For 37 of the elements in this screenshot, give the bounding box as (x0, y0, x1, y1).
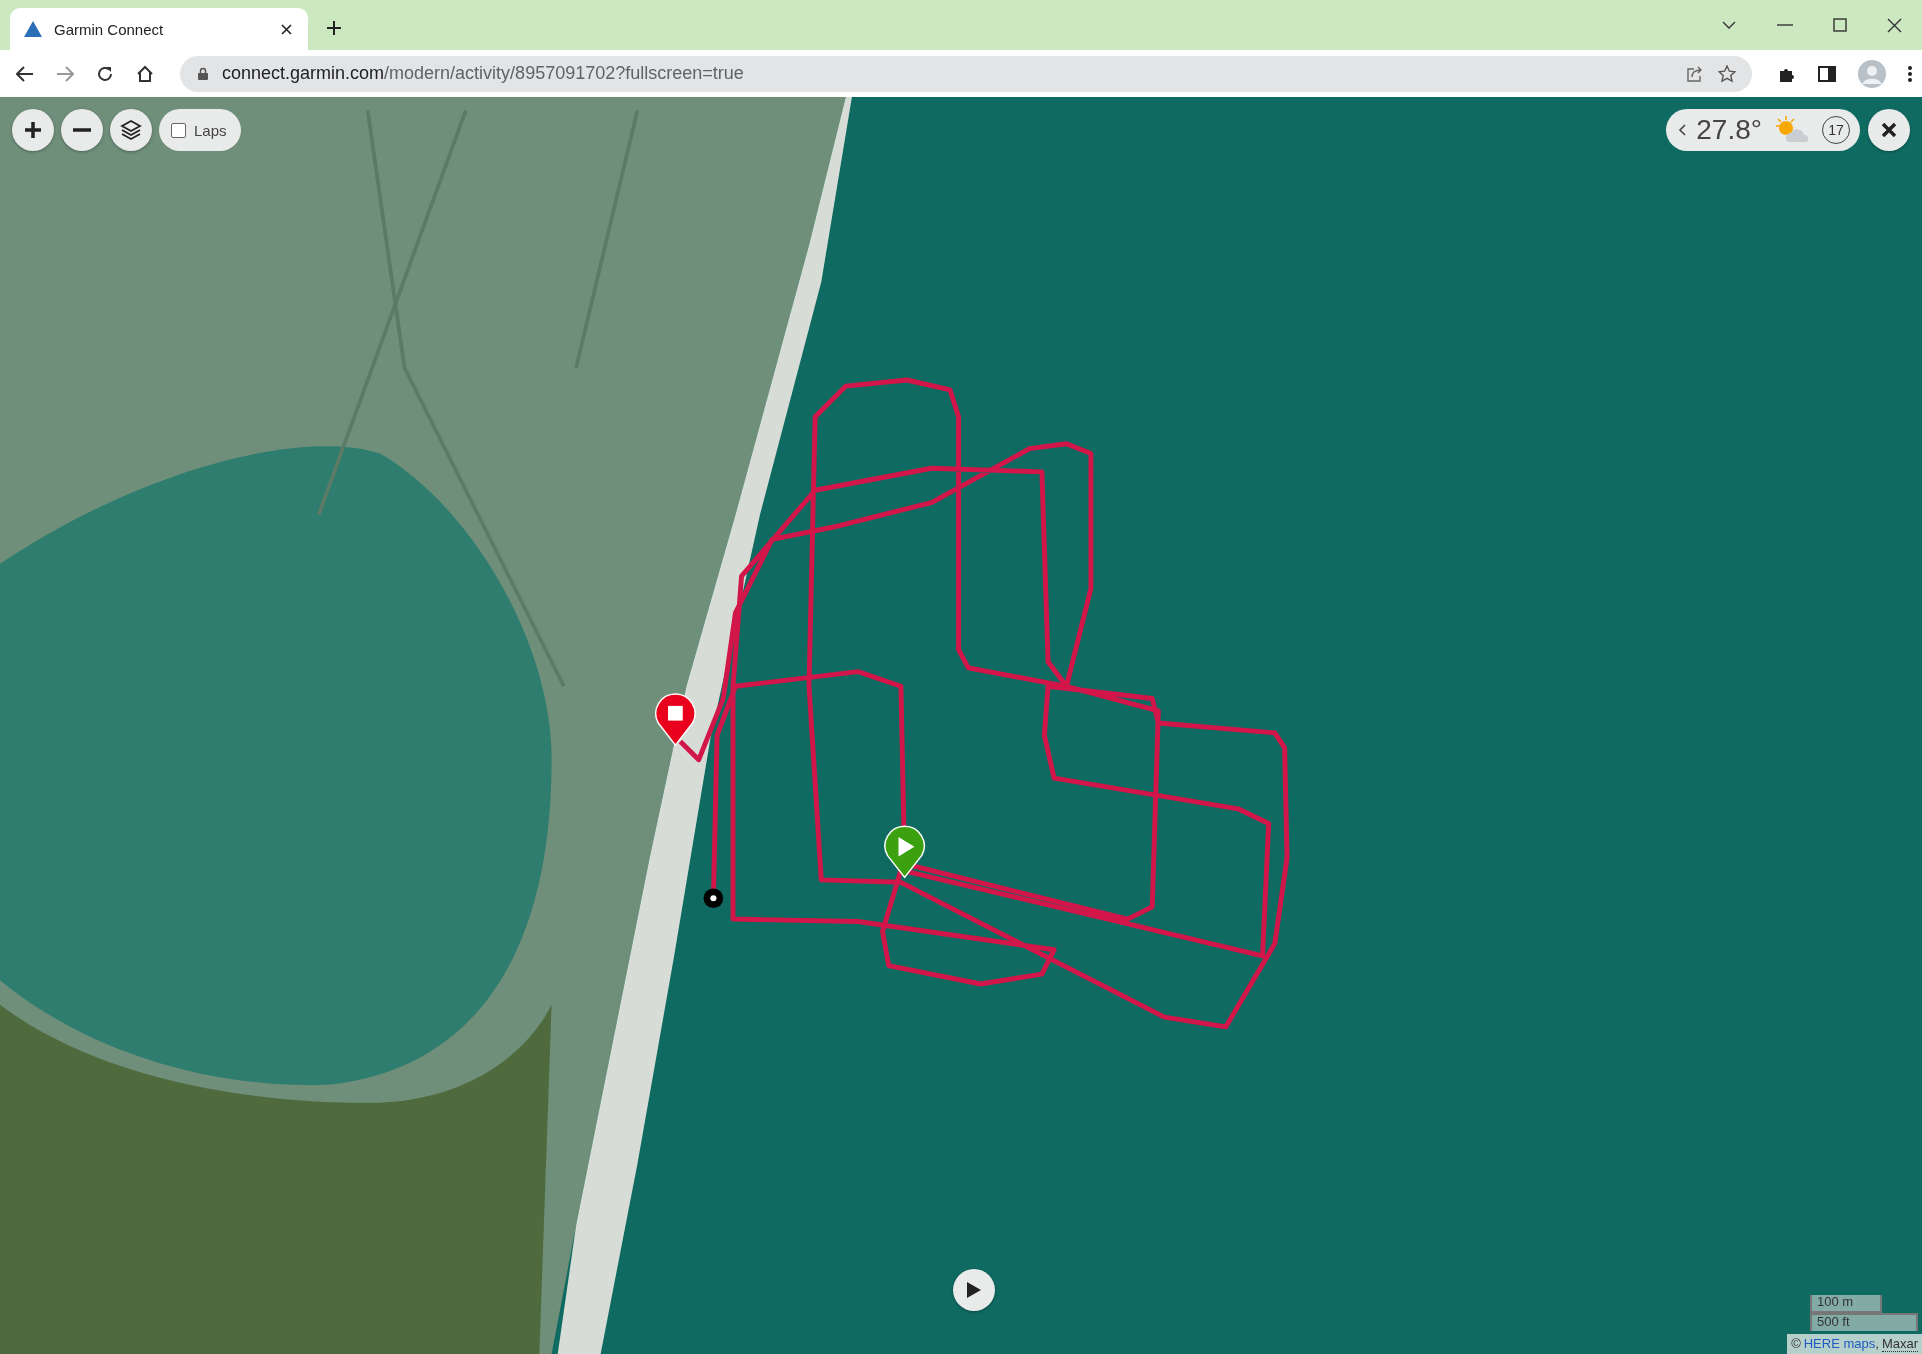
address-bar[interactable]: connect.garmin.com/modern/activity/8957091702?fullscreen=true (180, 55, 1752, 92)
close-window-icon[interactable] (1887, 17, 1902, 33)
chevron-left-icon[interactable] (1678, 124, 1687, 136)
laps-toggle[interactable]: Laps (159, 109, 241, 151)
side-panel-icon[interactable] (1818, 65, 1836, 82)
attribution-link[interactable]: Maxar (1881, 1336, 1918, 1352)
bookmark-star-icon[interactable] (1718, 64, 1736, 83)
tab-search-icon[interactable] (1721, 20, 1737, 30)
maximize-icon[interactable] (1833, 18, 1847, 32)
menu-icon[interactable] (1908, 65, 1912, 82)
minus-icon (73, 128, 91, 132)
scale-bar: 100 m (1810, 1295, 1882, 1313)
plus-icon (24, 121, 42, 139)
plus-icon (325, 19, 343, 37)
stop-pin-icon (655, 693, 696, 746)
reload-icon[interactable] (96, 64, 114, 83)
play-pin-icon (884, 825, 925, 879)
position-dot-icon (703, 888, 724, 909)
forward-icon[interactable] (56, 65, 74, 82)
home-icon[interactable] (136, 64, 154, 83)
temperature: 27.8° (1696, 114, 1762, 146)
play-icon (966, 1281, 982, 1299)
browser-tab[interactable]: Garmin Connect (10, 8, 308, 50)
url-path: /modern/activity/8957091702?fullscreen=true (384, 63, 744, 83)
back-icon[interactable] (16, 65, 34, 82)
close-tab-icon[interactable] (281, 23, 292, 35)
laps-checkbox[interactable] (171, 122, 186, 138)
separator: , (1875, 1336, 1879, 1352)
layers-icon (120, 119, 142, 141)
close-icon (1881, 122, 1897, 138)
scale-bar: 500 ft (1810, 1313, 1918, 1331)
triangle-logo-icon (24, 21, 42, 37)
lock-icon (198, 67, 208, 80)
tab-title: Garmin Connect (54, 20, 165, 38)
copyright-symbol: © (1791, 1336, 1801, 1352)
share-icon[interactable] (1686, 64, 1704, 83)
url-host: connect.garmin.com (222, 63, 385, 83)
